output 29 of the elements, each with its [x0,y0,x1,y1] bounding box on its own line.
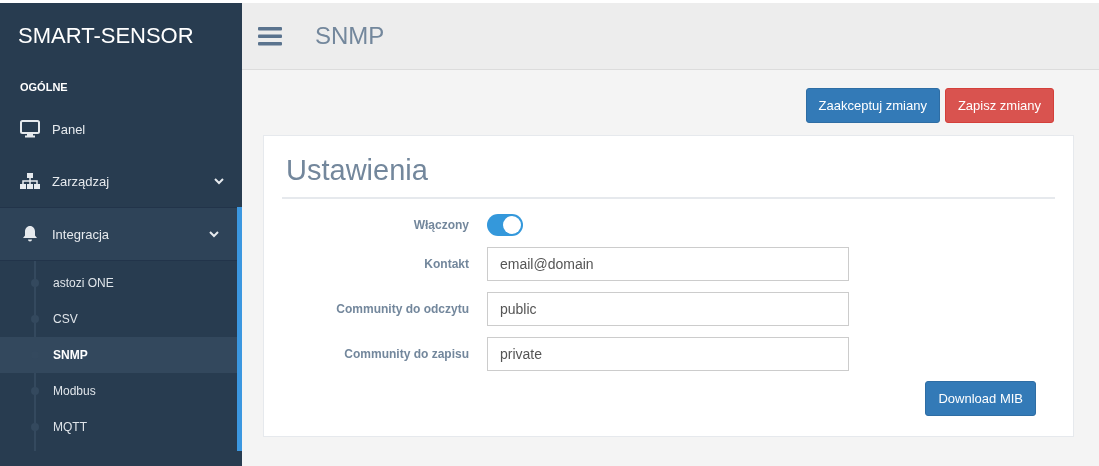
submenu-item[interactable]: Modbus [0,373,237,409]
brand-title: SMART-SENSOR [17,22,195,50]
chevron-down-icon [209,230,219,238]
section-label: OGÓLNE [19,80,69,95]
input-field[interactable]: private [487,337,849,371]
submenu-item[interactable]: CSV [0,301,237,337]
bell-icon [20,225,40,243]
input-field[interactable]: email@domain [487,247,849,281]
accept-button[interactable]: Zaakceptuj zmiany [805,88,940,123]
field-label: Włączony [412,218,469,232]
sidebar-item[interactable]: Panel [0,103,242,155]
toggle-switch[interactable] [487,214,523,236]
field-label: Community do odczytu [335,302,469,316]
monitor-icon [20,120,40,138]
field-label: Community do zapisu [343,347,469,361]
download-button[interactable]: Download MIB [925,381,1036,416]
card-title: Ustawienia [282,150,1055,199]
page-title: SNMP [315,22,385,50]
sidebar-item[interactable]: Integracja [0,207,237,261]
menu-icon[interactable] [258,26,282,46]
input-field[interactable]: public [487,292,849,326]
submenu-item[interactable]: MQTT [0,409,237,445]
sitemap-icon [20,172,40,190]
save-button[interactable]: Zapisz zmiany [944,88,1054,123]
field-label: Kontakt [423,257,469,271]
submenu-item[interactable]: SNMP [0,337,237,373]
sidebar-item[interactable]: Zarządzaj [0,155,242,207]
submenu-item[interactable]: astozi ONE [0,265,237,301]
chevron-down-icon [214,177,224,185]
